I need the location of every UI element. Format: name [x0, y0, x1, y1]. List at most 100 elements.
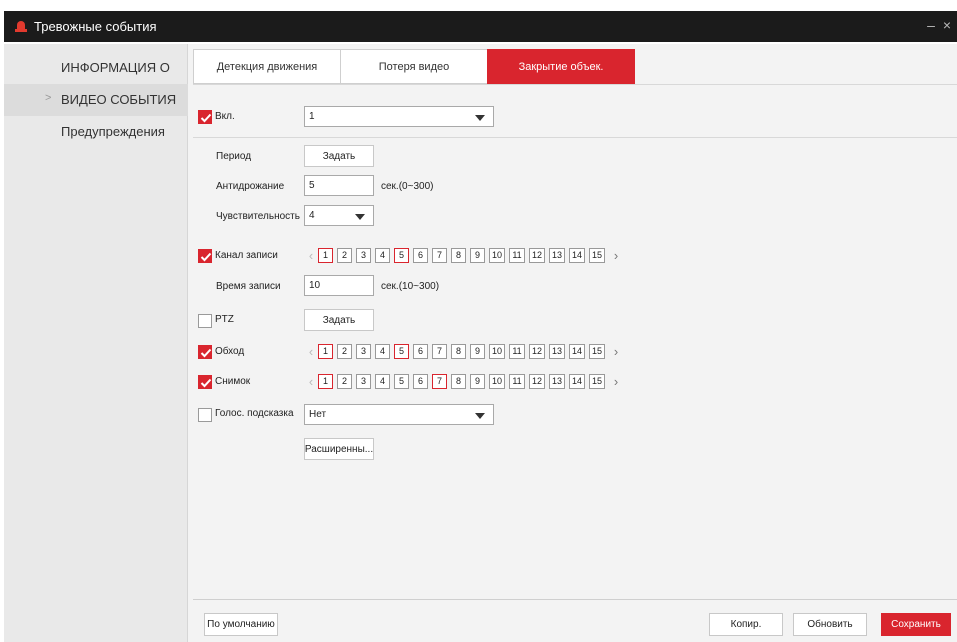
antijitter-label: Антидрожание: [216, 181, 285, 192]
channel-box[interactable]: 15: [589, 343, 605, 359]
enable-label: Вкл.: [215, 111, 235, 122]
channel-box[interactable]: 15: [589, 247, 605, 263]
sensitivity-select-value: 4: [309, 210, 315, 221]
snapshot-label: Снимок: [215, 376, 251, 387]
advanced-button[interactable]: Расширенны...: [304, 438, 374, 460]
channel-box[interactable]: 3: [356, 373, 371, 389]
snapshot-checkbox[interactable]: [198, 375, 212, 389]
footer: По умолчанию Копир. Обновить Сохранить: [193, 599, 957, 642]
voice-prompt-checkbox[interactable]: [198, 408, 212, 422]
channel-box[interactable]: 14: [569, 343, 585, 359]
chevron-left-icon[interactable]: ‹: [304, 248, 318, 263]
channel-box[interactable]: 7: [432, 343, 447, 359]
chevron-left-icon[interactable]: ‹: [304, 344, 318, 359]
main-panel: Детекция движения Потеря видео Закрытие …: [188, 44, 957, 642]
channel-box[interactable]: 1: [318, 373, 333, 389]
sidebar-item-info[interactable]: ИНФОРМАЦИЯ О: [4, 52, 188, 84]
channel-box[interactable]: 4: [375, 373, 390, 389]
window-controls[interactable]: – ×: [927, 17, 953, 33]
sidebar-item-label: ВИДЕО СОБЫТИЯ: [61, 92, 177, 107]
channel-box[interactable]: 10: [489, 373, 505, 389]
channel-box[interactable]: 13: [549, 343, 565, 359]
channel-box[interactable]: 15: [589, 373, 605, 389]
save-button[interactable]: Сохранить: [881, 613, 951, 636]
voice-prompt-select-value: Нет: [309, 409, 327, 420]
check-icon: [200, 348, 212, 358]
chevron-right-icon[interactable]: ›: [609, 344, 623, 359]
sensitivity-select[interactable]: 4: [304, 205, 374, 226]
record-channel-picker: ‹ 1 2 3 4 5 6 7 8 9 10 11 12 13 14 15 ›: [304, 247, 623, 263]
channel-box[interactable]: 6: [413, 373, 428, 389]
channel-box[interactable]: 5: [394, 247, 409, 263]
channel-box[interactable]: 6: [413, 247, 428, 263]
channel-box[interactable]: 2: [337, 343, 352, 359]
channel-box[interactable]: 3: [356, 343, 371, 359]
ptz-set-button[interactable]: Задать: [304, 309, 374, 331]
check-icon: [200, 378, 212, 388]
channel-box[interactable]: 11: [509, 343, 525, 359]
tour-channel-picker: ‹ 1 2 3 4 5 6 7 8 9 10 11 12 13 14 15 ›: [304, 343, 623, 359]
channel-box[interactable]: 13: [549, 247, 565, 263]
ptz-checkbox[interactable]: [198, 314, 212, 328]
sidebar-item-warnings[interactable]: Предупреждения: [4, 116, 188, 148]
channel-box[interactable]: 4: [375, 247, 390, 263]
channel-box[interactable]: 5: [394, 373, 409, 389]
channel-box[interactable]: 5: [394, 343, 409, 359]
chevron-right-icon[interactable]: ›: [609, 374, 623, 389]
tab-video-loss[interactable]: Потеря видео: [340, 49, 488, 84]
period-label: Период: [216, 151, 252, 162]
channel-box[interactable]: 7: [432, 373, 447, 389]
chevron-right-icon[interactable]: ›: [609, 248, 623, 263]
voice-prompt-select[interactable]: Нет: [304, 404, 494, 425]
tour-checkbox[interactable]: [198, 345, 212, 359]
tab-bar: Детекция движения Потеря видео Закрытие …: [193, 49, 635, 84]
check-icon: [200, 252, 212, 262]
channel-box[interactable]: 3: [356, 247, 371, 263]
channel-box[interactable]: 10: [489, 343, 505, 359]
channel-box[interactable]: 4: [375, 343, 390, 359]
channel-box[interactable]: 14: [569, 247, 585, 263]
channel-box[interactable]: 12: [529, 343, 545, 359]
record-time-hint: сек.(10~300): [381, 281, 440, 292]
channel-box[interactable]: 1: [318, 247, 333, 263]
channel-box[interactable]: 7: [432, 247, 447, 263]
channel-box[interactable]: 8: [451, 247, 466, 263]
window-title: Тревожные события: [34, 19, 157, 34]
channel-box[interactable]: 12: [529, 247, 545, 263]
refresh-button[interactable]: Обновить: [793, 613, 867, 636]
channel-box[interactable]: 9: [470, 343, 485, 359]
channel-box[interactable]: 12: [529, 373, 545, 389]
channel-box[interactable]: 11: [509, 247, 525, 263]
record-time-input[interactable]: 10: [304, 275, 374, 296]
ptz-label: PTZ: [215, 314, 234, 325]
channel-box[interactable]: 2: [337, 373, 352, 389]
channel-box[interactable]: 1: [318, 343, 333, 359]
channel-box[interactable]: 6: [413, 343, 428, 359]
channel-box[interactable]: 2: [337, 247, 352, 263]
channel-box[interactable]: 9: [470, 247, 485, 263]
record-channel-checkbox[interactable]: [198, 249, 212, 263]
titlebar-background: Тревожные события – ×: [4, 11, 957, 42]
antijitter-hint: сек.(0~300): [381, 181, 434, 192]
tab-motion-detection[interactable]: Детекция движения: [193, 49, 341, 84]
copy-button[interactable]: Копир.: [709, 613, 783, 636]
chevron-left-icon[interactable]: ‹: [304, 374, 318, 389]
channel-select[interactable]: 1: [304, 106, 494, 127]
channel-box[interactable]: 10: [489, 247, 505, 263]
sidebar: ИНФОРМАЦИЯ О > ВИДЕО СОБЫТИЯ Предупрежде…: [4, 44, 188, 642]
tab-tampering[interactable]: Закрытие объек.: [487, 49, 635, 84]
sensitivity-label: Чувствительность: [216, 211, 300, 222]
channel-box[interactable]: 8: [451, 343, 466, 359]
record-time-label: Время записи: [216, 281, 281, 292]
antijitter-input[interactable]: 5: [304, 175, 374, 196]
chevron-down-icon: [475, 413, 485, 419]
default-button[interactable]: По умолчанию: [204, 613, 278, 636]
channel-box[interactable]: 13: [549, 373, 565, 389]
channel-box[interactable]: 8: [451, 373, 466, 389]
channel-box[interactable]: 14: [569, 373, 585, 389]
sidebar-item-video-events[interactable]: > ВИДЕО СОБЫТИЯ: [4, 84, 188, 116]
channel-box[interactable]: 11: [509, 373, 525, 389]
channel-box[interactable]: 9: [470, 373, 485, 389]
enable-checkbox[interactable]: [198, 110, 212, 124]
period-set-button[interactable]: Задать: [304, 145, 374, 167]
